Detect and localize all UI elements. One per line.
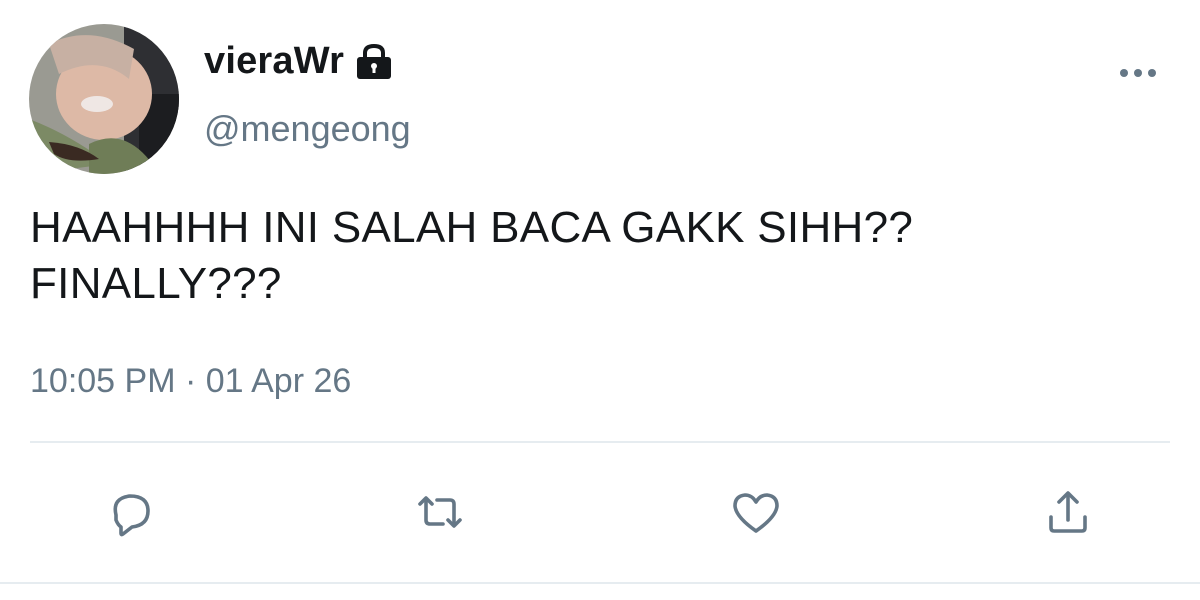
heart-icon [733,493,779,533]
more-horizontal-icon[interactable] [1114,60,1162,86]
share-button[interactable] [1040,484,1096,540]
display-name-text[interactable]: vieraWr [204,40,344,83]
reply-button[interactable] [102,484,158,540]
divider [30,441,1170,443]
tweet-timestamp[interactable]: 10:05 PM · 01 Apr 26 [30,362,351,401]
like-button[interactable] [728,484,784,540]
retweet-icon [418,496,462,528]
display-name[interactable]: vieraWr [204,40,394,83]
reply-icon [113,494,150,537]
avatar-image [29,24,179,174]
tweet-card: vieraWr @mengeong HAAHHHH INI SALAH BACA… [0,0,1200,600]
avatar[interactable] [29,24,179,174]
user-handle[interactable]: @mengeong [204,108,411,150]
lock-icon [357,43,392,79]
tweet-text: HAAHHHH INI SALAH BACA GAKK SIHH?? FINAL… [30,203,914,308]
retweet-button[interactable] [412,484,468,540]
bottom-divider [0,582,1200,584]
share-icon [1049,491,1087,533]
